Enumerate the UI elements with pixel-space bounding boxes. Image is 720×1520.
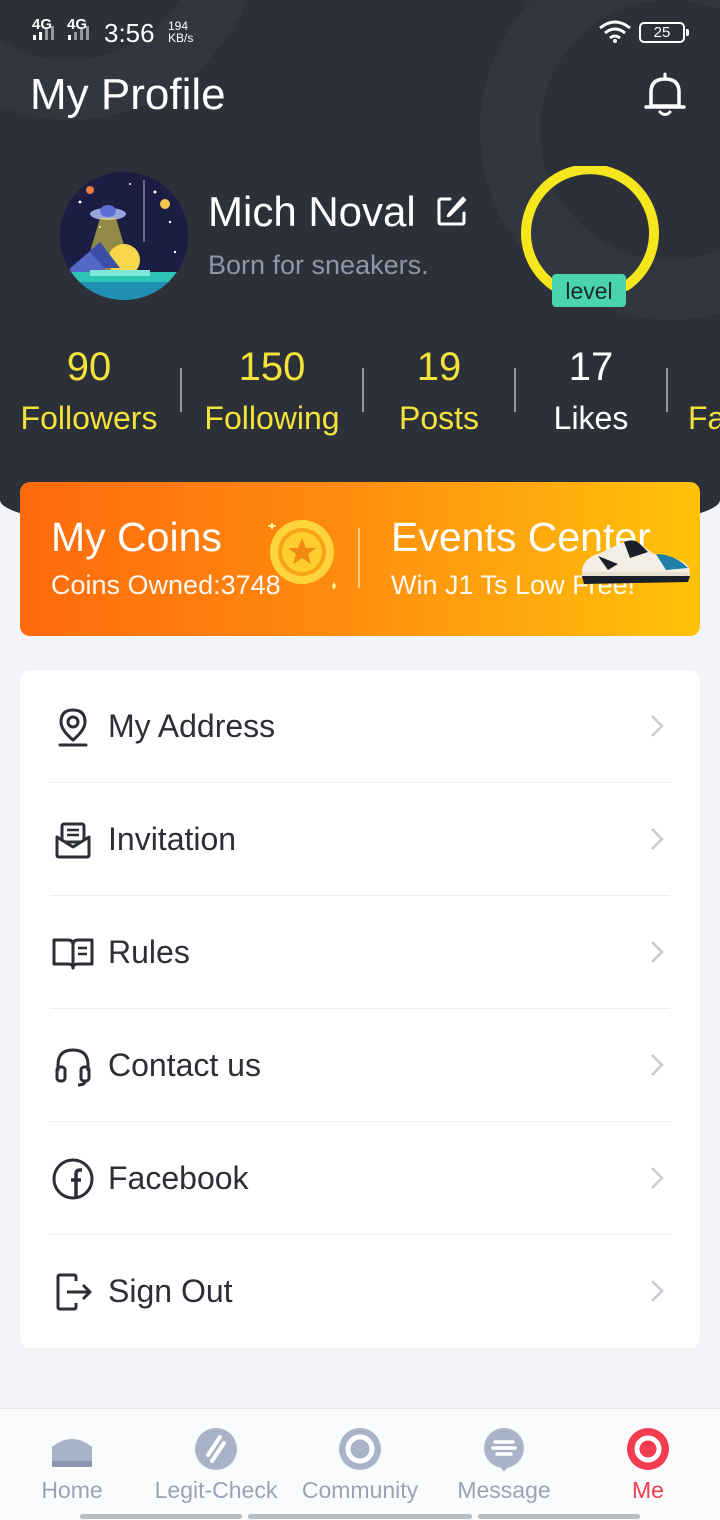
tab-community[interactable]: Community — [288, 1409, 432, 1509]
bottom-tab-bar: Home Legit-Check Community Message Me — [0, 1408, 720, 1520]
menu-item-label: Sign Out — [108, 1273, 233, 1309]
invitation-icon — [55, 822, 91, 859]
home-icon — [52, 1439, 92, 1467]
level-badge[interactable]: level — [552, 274, 626, 307]
page-title: My Profile — [30, 70, 226, 119]
tab-label: Community — [301, 1477, 419, 1503]
sign-out-icon — [56, 1273, 92, 1311]
edit-profile-icon[interactable] — [436, 195, 468, 227]
menu-item-label: Facebook — [108, 1160, 249, 1196]
tab-legit-check[interactable]: Legit-Check — [144, 1409, 288, 1509]
menu-item-facebook[interactable]: Facebook — [20, 1122, 700, 1235]
me-icon — [627, 1428, 669, 1470]
chevron-right-icon — [651, 1054, 664, 1076]
avatar[interactable] — [60, 172, 188, 300]
stat-label: Fa — [688, 400, 720, 436]
tab-label: Legit-Check — [154, 1477, 278, 1503]
legit-check-icon — [195, 1428, 237, 1470]
tab-label: Home — [41, 1477, 103, 1503]
sneaker-image — [582, 540, 690, 584]
menu-item-contact-us[interactable]: Contact us — [20, 1009, 700, 1122]
stat-partial[interactable]: Fa — [688, 340, 720, 442]
tab-home[interactable]: Home — [0, 1409, 144, 1509]
chevron-right-icon — [651, 715, 664, 737]
stat-value: 150 — [238, 345, 306, 389]
stat-following[interactable]: 150 Following — [182, 340, 362, 442]
stat-label: Posts — [398, 400, 480, 436]
battery-indicator: 25 — [639, 22, 689, 43]
network-speed-unit: KB/s — [168, 31, 194, 45]
coins-owned-text: Coins Owned:3748 — [51, 570, 281, 600]
my-coins-title: My Coins — [51, 514, 222, 560]
stat-label: Likes — [553, 400, 629, 436]
tab-label: Message — [457, 1477, 551, 1503]
avatar-illustration — [60, 172, 188, 300]
card-divider — [358, 528, 360, 588]
stat-value: 19 — [416, 345, 462, 389]
stat-divider — [666, 368, 668, 412]
stat-divider — [362, 368, 364, 412]
facebook-icon — [52, 1158, 94, 1200]
home-indicator-segment — [248, 1514, 472, 1519]
status-bar: 4G 4G 3:56 194 KB/s 25 — [0, 0, 720, 64]
settings-menu: My Address Invitation Rules Contact us F… — [20, 670, 700, 1348]
tab-me[interactable]: Me — [576, 1409, 720, 1509]
home-indicator-segment — [478, 1514, 640, 1519]
signal-bars-2 — [68, 26, 89, 40]
signal-bars-1 — [33, 26, 54, 40]
chevron-right-icon — [651, 1167, 664, 1189]
stat-value: 17 — [568, 345, 614, 389]
tab-message[interactable]: Message — [432, 1409, 576, 1509]
headset-icon — [55, 1048, 91, 1087]
menu-item-sign-out[interactable]: Sign Out — [20, 1235, 700, 1348]
tab-label: Me — [632, 1477, 664, 1503]
stat-divider — [180, 368, 182, 412]
message-icon — [484, 1428, 524, 1471]
status-time: 3:56 — [104, 18, 155, 48]
menu-item-invitation[interactable]: Invitation — [20, 783, 700, 896]
chevron-right-icon — [651, 828, 664, 850]
menu-item-label: Rules — [108, 934, 190, 970]
menu-item-label: Contact us — [108, 1047, 261, 1083]
chevron-right-icon — [651, 941, 664, 963]
network-speed: 194 KB/s — [168, 20, 193, 44]
location-pin-icon — [58, 708, 88, 747]
menu-item-rules[interactable]: Rules — [20, 896, 700, 1009]
chevron-right-icon — [651, 1280, 664, 1302]
user-name: Mich Noval — [208, 188, 416, 235]
coins-events-card: My Coins Coins Owned:3748 Events Center … — [20, 482, 700, 636]
stat-divider — [514, 368, 516, 412]
menu-item-my-address[interactable]: My Address — [20, 670, 700, 783]
wifi-icon — [599, 20, 631, 43]
menu-item-label: Invitation — [108, 821, 237, 857]
user-bio: Born for sneakers. — [208, 250, 429, 280]
profile-stats: 90 Followers 150 Following 19 Posts 17 L… — [0, 340, 720, 440]
coin-icon — [268, 520, 336, 590]
stat-likes[interactable]: 17 Likes — [516, 340, 666, 442]
home-indicator-segment — [80, 1514, 242, 1519]
menu-item-label: My Address — [108, 708, 276, 744]
stat-followers[interactable]: 90 Followers — [0, 340, 178, 442]
stat-posts[interactable]: 19 Posts — [364, 340, 514, 442]
notification-bell-icon[interactable] — [640, 70, 690, 120]
book-icon — [52, 938, 94, 970]
battery-level: 25 — [653, 24, 671, 41]
community-icon — [339, 1428, 381, 1470]
stat-value — [688, 340, 720, 394]
stat-label: Followers — [20, 400, 158, 436]
stat-label: Following — [204, 400, 340, 436]
stat-value: 90 — [66, 345, 112, 389]
